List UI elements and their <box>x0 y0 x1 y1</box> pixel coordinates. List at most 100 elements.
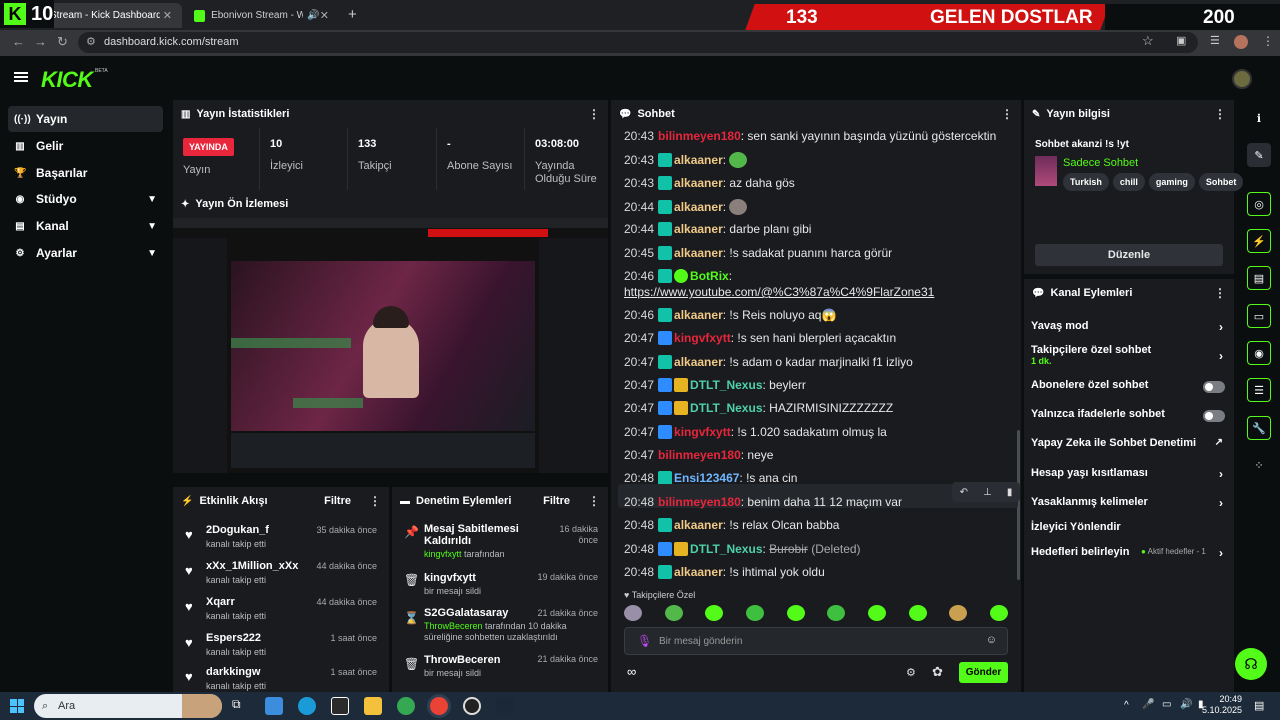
message-user[interactable]: alkaaner <box>674 518 723 532</box>
tag[interactable]: gaming <box>1148 173 1195 191</box>
document-icon[interactable]: ▤ <box>1247 266 1271 290</box>
capture-icon[interactable]: ◎ <box>1247 192 1271 216</box>
message-user[interactable]: alkaaner <box>674 222 723 236</box>
message-user[interactable]: alkaaner <box>674 355 723 369</box>
points-icon[interactable]: ∞ <box>627 664 636 679</box>
info-icon[interactable]: ℹ <box>1247 106 1271 130</box>
reload-icon[interactable]: ↻ <box>57 34 68 50</box>
browser-menu-icon[interactable]: ⋮ <box>1262 34 1274 48</box>
list-icon[interactable]: ☰ <box>1247 378 1271 402</box>
close-icon[interactable]: ✕ <box>320 9 329 22</box>
puzzle-icon[interactable]: ✿ <box>932 664 943 680</box>
message-user[interactable]: DTLT_Nexus <box>690 401 762 415</box>
tray-chevron-icon[interactable]: ^ <box>1124 700 1129 711</box>
message-user[interactable]: alkaaner <box>674 246 723 260</box>
message-user[interactable]: Ensi123467 <box>674 471 739 485</box>
mic-tray-icon[interactable]: 🎤 <box>1142 699 1154 710</box>
activity-user[interactable]: 2Dogukan_f <box>206 524 269 536</box>
store-icon[interactable] <box>265 697 283 715</box>
message-user[interactable]: BotRix <box>690 269 729 283</box>
message-user[interactable]: DTLT_Nexus <box>690 542 762 556</box>
more-options-icon[interactable]: ⋮ <box>1214 286 1226 300</box>
chrome-icon[interactable] <box>397 697 415 715</box>
chrome-active-icon[interactable] <box>430 697 448 715</box>
tag[interactable]: chill <box>1112 173 1145 191</box>
action-ai-moderation[interactable]: Yapay Zeka ile Sohbet Denetimi ↗ <box>1031 437 1231 457</box>
emote-icon[interactable] <box>745 605 764 621</box>
emote-icon[interactable] <box>786 605 805 621</box>
bookmark-star-icon[interactable]: ☆ <box>1142 33 1154 49</box>
message-user[interactable]: bilinmeyen180 <box>658 495 741 509</box>
action-followers-only[interactable]: Takipçilere özel sohbet 1 dk. › <box>1031 344 1231 370</box>
message-user[interactable]: kingvfxytt <box>674 331 731 345</box>
moderation-title[interactable]: S2GGalatasaray <box>424 607 508 619</box>
clock[interactable]: 20:49 5.10.2025 <box>1202 694 1242 716</box>
tag[interactable]: Turkish <box>1063 173 1109 191</box>
moderation-title[interactable]: kingvfxytt <box>424 572 476 584</box>
more-options-icon[interactable]: ⋮ <box>1001 107 1013 121</box>
emote-icon[interactable] <box>908 605 927 621</box>
site-info-icon[interactable]: ⚙ <box>86 35 96 48</box>
lightning-icon[interactable]: ⚡ <box>1247 229 1271 253</box>
stream-preview-video[interactable] <box>173 218 608 473</box>
activity-user[interactable]: Espers222 <box>206 632 261 644</box>
send-button[interactable]: Gönder <box>959 662 1008 683</box>
close-icon[interactable]: ✕ <box>163 9 172 22</box>
action-banned-words[interactable]: Yasaklanmış kelimeler › <box>1031 496 1231 516</box>
emote-icon[interactable] <box>624 605 642 621</box>
action-goals[interactable]: Hedefleri belirleyin ● Aktif hedefler - … <box>1031 546 1231 566</box>
url-input[interactable]: dashboard.kick.com/stream <box>78 32 1198 53</box>
dots-icon[interactable]: ⁘ <box>1247 453 1271 477</box>
action-age-restriction[interactable]: Hesap yaşı kısıtlaması › <box>1031 467 1231 487</box>
chat-message-link[interactable]: https://www.youtube.com/@%C3%87a%C4%9Fla… <box>624 285 934 299</box>
emote-icon[interactable] <box>827 605 846 621</box>
more-options-icon[interactable]: ⋮ <box>369 494 381 508</box>
sidebar-item-revenue[interactable]: ▥ Gelir <box>8 133 163 159</box>
task-view-icon[interactable]: ⧉ <box>232 697 250 715</box>
app-icon[interactable] <box>331 697 349 715</box>
category-name[interactable]: Sadece Sohbet <box>1063 157 1138 169</box>
activity-user[interactable]: xXx_1Million_xXx <box>206 560 298 572</box>
back-icon[interactable]: ← <box>12 34 25 49</box>
activity-user[interactable]: Xqarr <box>206 596 235 608</box>
emote-icon[interactable] <box>867 605 886 621</box>
user-avatar[interactable] <box>1232 69 1252 89</box>
message-user[interactable]: kingvfxytt <box>674 425 731 439</box>
edge-icon[interactable] <box>298 697 316 715</box>
emoji-icon[interactable]: ☺ <box>986 634 997 646</box>
obs-icon[interactable] <box>463 697 481 715</box>
tab-ebonivon-stream[interactable]: Ebonivon Stream - Watch L... 🔊 ✕ <box>184 3 339 28</box>
activity-user[interactable]: darkkingw <box>206 666 260 678</box>
moderation-title[interactable]: ThrowBeceren <box>424 654 500 666</box>
tab-kick-dashboard[interactable]: Stream - Kick Dashboard ✕ <box>40 3 182 28</box>
wrench-icon[interactable]: 🔧 <box>1247 416 1271 440</box>
message-link[interactable]: https://www.youtube.com/@%C3%87a%C4%9Fla… <box>624 285 934 299</box>
emote-icon[interactable] <box>664 605 683 621</box>
steam-icon[interactable] <box>496 697 514 715</box>
trash-icon[interactable]: ▮ <box>1007 487 1013 498</box>
reading-list-icon[interactable]: ☰ <box>1210 34 1220 47</box>
message-user[interactable]: bilinmeyen180 <box>658 129 741 143</box>
broadcast-icon[interactable]: ◉ <box>1247 341 1271 365</box>
reply-icon[interactable]: ↶ <box>960 487 968 498</box>
network-icon[interactable]: ▭ <box>1162 699 1171 710</box>
tag[interactable]: Sohbet <box>1198 173 1244 191</box>
emote-icon[interactable] <box>705 605 724 621</box>
edit-button[interactable]: Düzenle <box>1035 244 1223 266</box>
pin-icon[interactable]: ⊥ <box>983 487 992 498</box>
more-options-icon[interactable]: ⋮ <box>1214 107 1226 121</box>
moderation-actor[interactable]: ThrowBeceren <box>424 621 483 631</box>
emote-icon[interactable] <box>949 605 968 621</box>
profile-avatar[interactable] <box>1234 35 1248 49</box>
subs-only-toggle[interactable] <box>1203 381 1225 393</box>
message-user[interactable]: alkaaner <box>674 565 723 579</box>
message-user[interactable]: alkaaner <box>674 176 723 190</box>
action-raid[interactable]: İzleyici Yönlendir <box>1031 521 1231 541</box>
sidebar-item-stream[interactable]: ((·)) Yayın <box>8 106 163 132</box>
message-user[interactable]: alkaaner <box>674 308 723 322</box>
message-user[interactable]: alkaaner <box>674 153 723 167</box>
settings-icon[interactable]: ⚙ <box>906 666 916 679</box>
pencil-icon[interactable]: ✎ <box>1247 143 1271 167</box>
more-options-icon[interactable]: ⋮ <box>588 107 600 121</box>
volume-icon[interactable]: 🔊 <box>1180 699 1192 710</box>
